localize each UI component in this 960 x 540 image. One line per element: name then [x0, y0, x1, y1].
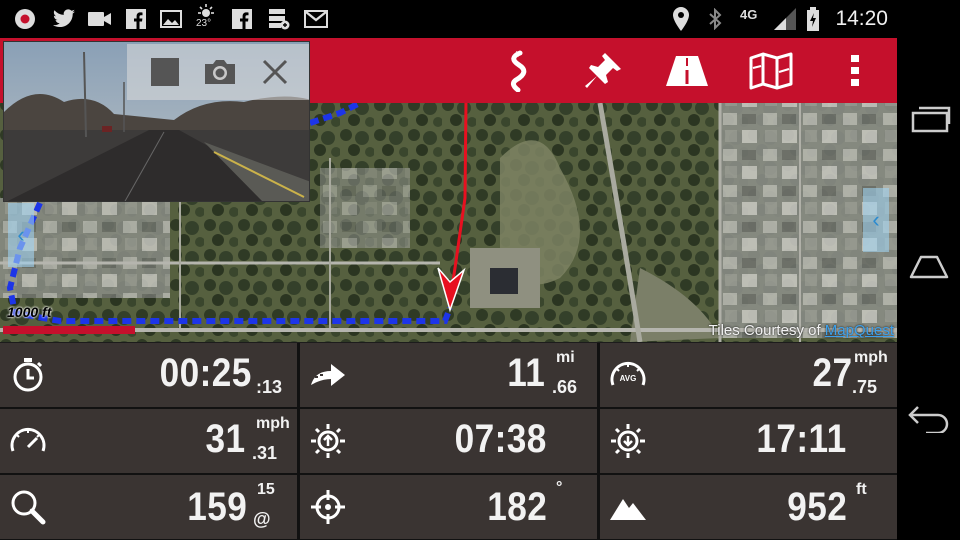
stop-icon: [151, 58, 179, 86]
facebook-icon: [232, 8, 252, 30]
altitude-unit: ft: [856, 481, 867, 498]
home-icon: [909, 255, 949, 279]
app-content: ‹ ‹ 1000 ft Tiles Courtesy of MapQuest 0…: [0, 38, 897, 540]
distance-arrow-icon: [308, 356, 348, 394]
facebook-icon: [126, 8, 146, 30]
map-icon: [749, 52, 793, 90]
crosshair-icon: [308, 488, 348, 526]
stopwatch-icon: [8, 356, 48, 394]
overflow-menu-icon: [851, 55, 859, 86]
stat-avg-speed[interactable]: AVG 27 mph .75: [600, 343, 897, 407]
camera-icon: [205, 60, 235, 84]
back-icon: [908, 406, 949, 433]
storage-icon: [268, 8, 290, 30]
location-icon: [672, 7, 690, 31]
stat-sunrise[interactable]: 07:38: [300, 409, 597, 473]
record-icon: [14, 8, 36, 30]
network-type: 4G: [740, 7, 758, 22]
signal-icon: [772, 8, 796, 30]
sunrise-value: 07:38: [454, 417, 547, 461]
route-button[interactable]: [496, 48, 542, 94]
timer-value: 00:25: [159, 351, 252, 395]
avg-speed-unit: mph: [854, 349, 888, 366]
next-page-arrow[interactable]: ‹: [863, 188, 889, 252]
temperature-label: 23°: [196, 18, 212, 29]
sunrise-icon: [308, 422, 348, 460]
stop-recording-button[interactable]: [145, 52, 185, 92]
battery-icon: [806, 7, 820, 31]
previous-page-arrow[interactable]: ‹: [8, 203, 34, 267]
distance-decimal: .66: [552, 377, 578, 397]
stat-distance[interactable]: 11 mi .66: [300, 343, 597, 407]
recent-apps-icon: [911, 106, 951, 133]
close-camera-button[interactable]: [255, 52, 295, 92]
snapshot-button[interactable]: [200, 52, 240, 92]
speed-value: 31: [204, 417, 245, 461]
direction-arrow-icon: [437, 267, 466, 313]
scale-bar: [3, 326, 135, 334]
avg-speedometer-icon: AVG: [608, 356, 648, 394]
stat-timer[interactable]: 00:25 :13: [0, 343, 297, 407]
speed-unit: mph: [256, 415, 290, 432]
distance-value: 11: [506, 351, 545, 395]
route-icon: [510, 50, 527, 92]
stat-sunset[interactable]: 17:11: [600, 409, 897, 473]
camera-controls: [127, 44, 309, 100]
avg-speed-decimal: .75: [852, 377, 878, 397]
stat-altitude[interactable]: 952 ft: [600, 475, 897, 539]
bearing-unit: °: [556, 479, 563, 496]
pin-button[interactable]: [580, 48, 626, 94]
accuracy-value: 159: [186, 485, 247, 529]
pin-icon: [585, 53, 621, 88]
overflow-menu-button[interactable]: [832, 48, 878, 94]
tiles-credit: Tiles Courtesy of MapQuest: [709, 322, 894, 339]
map-button[interactable]: [748, 48, 794, 94]
clock: 14:20: [835, 7, 888, 30]
bluetooth-icon: [708, 8, 722, 30]
status-bar: 23° 4G 14:20: [0, 0, 960, 38]
accuracy-satellites: 15: [257, 481, 275, 498]
scale-label: 1000 ft: [7, 304, 52, 320]
recorded-track: [6, 201, 453, 324]
image-icon: [160, 8, 182, 30]
speedometer-icon: [8, 422, 48, 460]
recorded-track-top: [309, 100, 362, 126]
speed-decimal: .31: [252, 443, 278, 463]
close-icon: [262, 59, 288, 85]
road-icon: [666, 56, 708, 86]
mountain-icon: [608, 488, 648, 526]
avg-speed-value: 27: [811, 351, 852, 395]
home-button[interactable]: [905, 245, 953, 289]
bearing-value: 182: [486, 485, 547, 529]
stat-bearing[interactable]: 182 °: [300, 475, 597, 539]
sunset-icon: [608, 422, 648, 460]
distance-unit: mi: [556, 349, 575, 366]
video-icon: [88, 8, 112, 30]
navigation-bar: [897, 38, 960, 540]
twitter-icon: [52, 8, 76, 30]
recent-apps-button[interactable]: [905, 98, 953, 142]
gmail-icon: [304, 8, 328, 30]
stat-speed[interactable]: 31 mph .31: [0, 409, 297, 473]
sunset-value: 17:11: [756, 417, 847, 461]
mapquest-link[interactable]: MapQuest: [825, 322, 894, 339]
credit-prefix: Tiles Courtesy of: [708, 322, 825, 339]
stats-panel: 00:25 :13 11 mi .66 AVG 27 mph .75 31 mp…: [0, 343, 897, 540]
road-button[interactable]: [664, 48, 710, 94]
accuracy-at: @: [253, 509, 271, 529]
search-icon: [8, 488, 48, 526]
dashcam-preview[interactable]: [3, 41, 310, 202]
stat-accuracy[interactable]: 159 15 @: [0, 475, 297, 539]
back-button[interactable]: [905, 396, 953, 440]
altitude-value: 952: [786, 485, 847, 529]
svg-text:AVG: AVG: [620, 374, 637, 383]
timer-seconds: :13: [256, 377, 283, 397]
